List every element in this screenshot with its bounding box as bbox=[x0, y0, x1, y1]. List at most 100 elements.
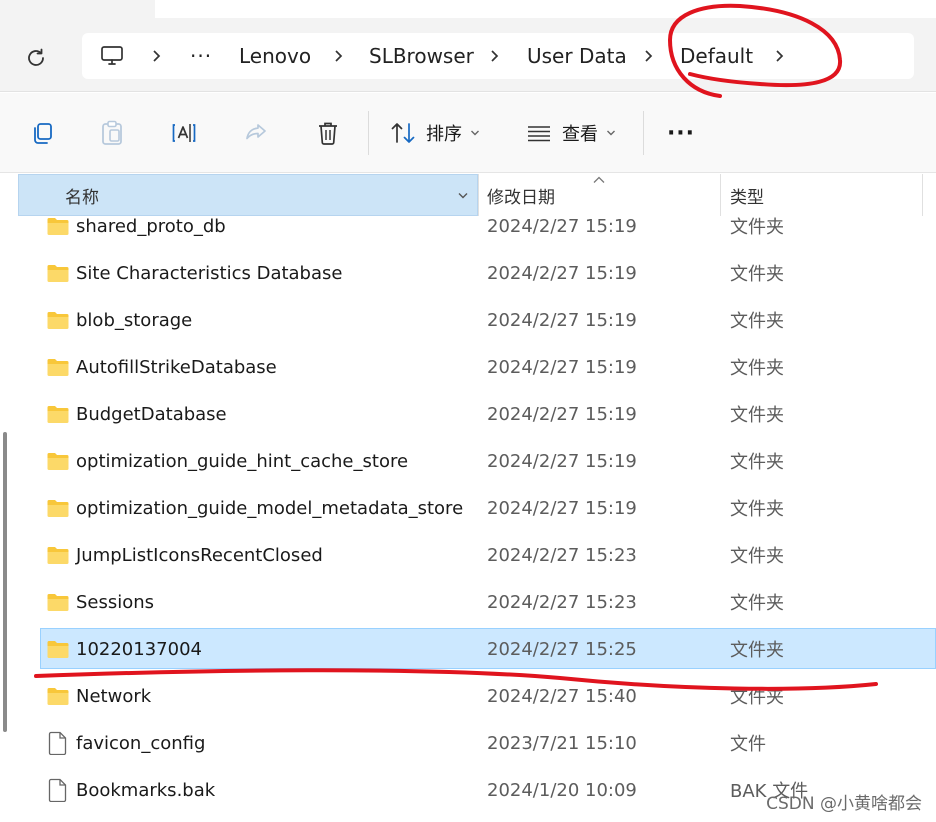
toolbar-divider bbox=[643, 111, 644, 155]
chevron-down-icon[interactable] bbox=[457, 191, 469, 201]
chevron-right-icon bbox=[335, 50, 343, 62]
file-name: optimization_guide_hint_cache_store bbox=[76, 450, 409, 472]
sort-ascending-icon bbox=[593, 176, 605, 183]
file-row[interactable]: BudgetDatabase 2024/2/27 15:19 文件夹 bbox=[0, 392, 936, 436]
file-name: BudgetDatabase bbox=[76, 403, 227, 425]
this-pc-button[interactable] bbox=[100, 33, 124, 79]
file-type: 文件夹 bbox=[730, 217, 784, 238]
file-type: 文件夹 bbox=[730, 499, 784, 520]
file-row[interactable]: optimization_guide_hint_cache_store 2024/… bbox=[0, 439, 936, 483]
file-row[interactable]: AutofillStrikeDatabase 2024/2/27 15:19 文件夹 bbox=[0, 345, 936, 389]
breadcrumb-chevron[interactable] bbox=[334, 33, 344, 79]
toolbar-divider bbox=[368, 111, 369, 155]
file-modified-date: 2024/2/27 15:19 bbox=[487, 497, 637, 519]
view-button[interactable]: 查看 bbox=[526, 113, 626, 153]
file-modified-date: 2024/2/27 15:19 bbox=[487, 403, 637, 425]
breadcrumb-chevron[interactable] bbox=[152, 33, 162, 79]
chevron-right-icon bbox=[491, 50, 499, 62]
file-row[interactable]: Site Characteristics Database 2024/2/27 1… bbox=[0, 251, 936, 295]
file-modified-date: 2023/7/21 15:10 bbox=[487, 732, 637, 754]
breadcrumb-chevron[interactable] bbox=[644, 33, 654, 79]
file-name: Bookmarks.bak bbox=[76, 779, 216, 801]
view-label: 查看 bbox=[562, 124, 598, 145]
chevron-down-icon bbox=[471, 130, 479, 136]
folder-icon bbox=[47, 688, 69, 705]
file-modified-date: 2024/2/27 15:40 bbox=[487, 685, 637, 707]
chevron-right-icon bbox=[776, 50, 784, 62]
breadcrumb-item-user-data[interactable]: User Data bbox=[527, 33, 627, 79]
folder-icon bbox=[47, 265, 69, 282]
refresh-button[interactable] bbox=[16, 38, 56, 78]
file-name: Network bbox=[76, 685, 152, 707]
file-modified-date: 2024/2/27 15:23 bbox=[487, 591, 637, 613]
sort-label: 排序 bbox=[426, 124, 462, 145]
file-row[interactable]: Network 2024/2/27 15:40 文件夹 bbox=[0, 674, 936, 718]
address-bar-area: ··· Lenovo SLBrowser User Data Default bbox=[0, 0, 936, 92]
file-name: shared_proto_db bbox=[76, 215, 226, 237]
breadcrumb-item-slbrowser[interactable]: SLBrowser bbox=[369, 33, 474, 79]
share-icon bbox=[246, 124, 266, 140]
file-type: 文件夹 bbox=[730, 687, 784, 708]
delete-button[interactable] bbox=[308, 113, 348, 153]
active-tab-edge bbox=[155, 0, 936, 18]
nav-pane-scrollbar[interactable] bbox=[3, 432, 7, 732]
file-type: 文件夹 bbox=[730, 593, 784, 614]
file-row[interactable]: favicon_config 2023/7/21 15:10 文件 bbox=[0, 721, 936, 765]
file-modified-date: 2024/2/27 15:19 bbox=[487, 215, 637, 237]
file-name: JumpListIconsRecentClosed bbox=[76, 544, 323, 566]
sort-icon bbox=[391, 123, 415, 143]
folder-icon bbox=[47, 312, 69, 329]
file-name: Sessions bbox=[76, 591, 155, 613]
folder-icon bbox=[47, 641, 69, 658]
share-button[interactable] bbox=[236, 113, 276, 153]
file-modified-date: 2024/2/27 15:19 bbox=[487, 309, 637, 331]
breadcrumb-item-default[interactable]: Default bbox=[680, 33, 753, 79]
file-type: 文件夹 bbox=[730, 358, 784, 379]
monitor-icon bbox=[101, 46, 123, 65]
breadcrumb-chevron[interactable] bbox=[490, 33, 500, 79]
file-type: 文件夹 bbox=[730, 264, 784, 285]
file-row[interactable]: optimization_guide_model_metadata_store 2… bbox=[0, 486, 936, 530]
breadcrumb-item-lenovo[interactable]: Lenovo bbox=[239, 33, 311, 79]
folder-icon bbox=[47, 500, 69, 517]
breadcrumb-overflow[interactable]: ··· bbox=[190, 33, 212, 79]
copy-button[interactable] bbox=[22, 113, 62, 153]
file-modified-date: 2024/2/27 15:19 bbox=[487, 356, 637, 378]
folder-icon bbox=[47, 453, 69, 470]
file-icon bbox=[48, 731, 67, 755]
paste-icon bbox=[102, 120, 122, 145]
chevron-right-icon bbox=[645, 50, 653, 62]
folder-icon bbox=[47, 406, 69, 423]
file-row[interactable]: shared_proto_db 2024/2/27 15:19 文件夹 bbox=[0, 204, 936, 248]
folder-icon bbox=[47, 359, 69, 376]
file-row[interactable]: 10220137004 2024/2/27 15:25 文件夹 bbox=[0, 627, 936, 671]
file-name: favicon_config bbox=[76, 732, 206, 754]
file-row[interactable]: blob_storage 2024/2/27 15:19 文件夹 bbox=[0, 298, 936, 342]
breadcrumb-chevron[interactable] bbox=[775, 33, 785, 79]
file-type: 文件夹 bbox=[730, 405, 784, 426]
file-row[interactable]: Sessions 2024/2/27 15:23 文件夹 bbox=[0, 580, 936, 624]
file-name: AutofillStrikeDatabase bbox=[76, 356, 277, 378]
file-row[interactable]: JumpListIconsRecentClosed 2024/2/27 15:23… bbox=[0, 533, 936, 577]
file-icon bbox=[48, 778, 67, 802]
more-options-button[interactable]: ··· bbox=[660, 113, 702, 153]
rename-button[interactable] bbox=[164, 113, 204, 153]
file-type: 文件夹 bbox=[730, 546, 784, 567]
file-modified-date: 2024/2/27 15:19 bbox=[487, 262, 637, 284]
folder-icon bbox=[47, 218, 69, 235]
folder-icon bbox=[47, 547, 69, 564]
copy-icon bbox=[34, 123, 52, 144]
folder-icon bbox=[47, 594, 69, 611]
trash-icon bbox=[319, 122, 337, 145]
file-name: Site Characteristics Database bbox=[76, 262, 343, 284]
view-list-icon bbox=[528, 126, 550, 142]
refresh-icon bbox=[28, 48, 44, 66]
paste-button[interactable] bbox=[92, 113, 132, 153]
file-type: 文件夹 bbox=[730, 452, 784, 473]
sort-button[interactable]: 排序 bbox=[390, 113, 490, 153]
command-bar: 排序 查看 ··· bbox=[0, 93, 936, 173]
file-type: 文件夹 bbox=[730, 640, 784, 661]
breadcrumb[interactable]: ··· Lenovo SLBrowser User Data Default bbox=[82, 33, 914, 79]
file-modified-date: 2024/2/27 15:19 bbox=[487, 450, 637, 472]
file-type: 文件 bbox=[730, 734, 766, 755]
